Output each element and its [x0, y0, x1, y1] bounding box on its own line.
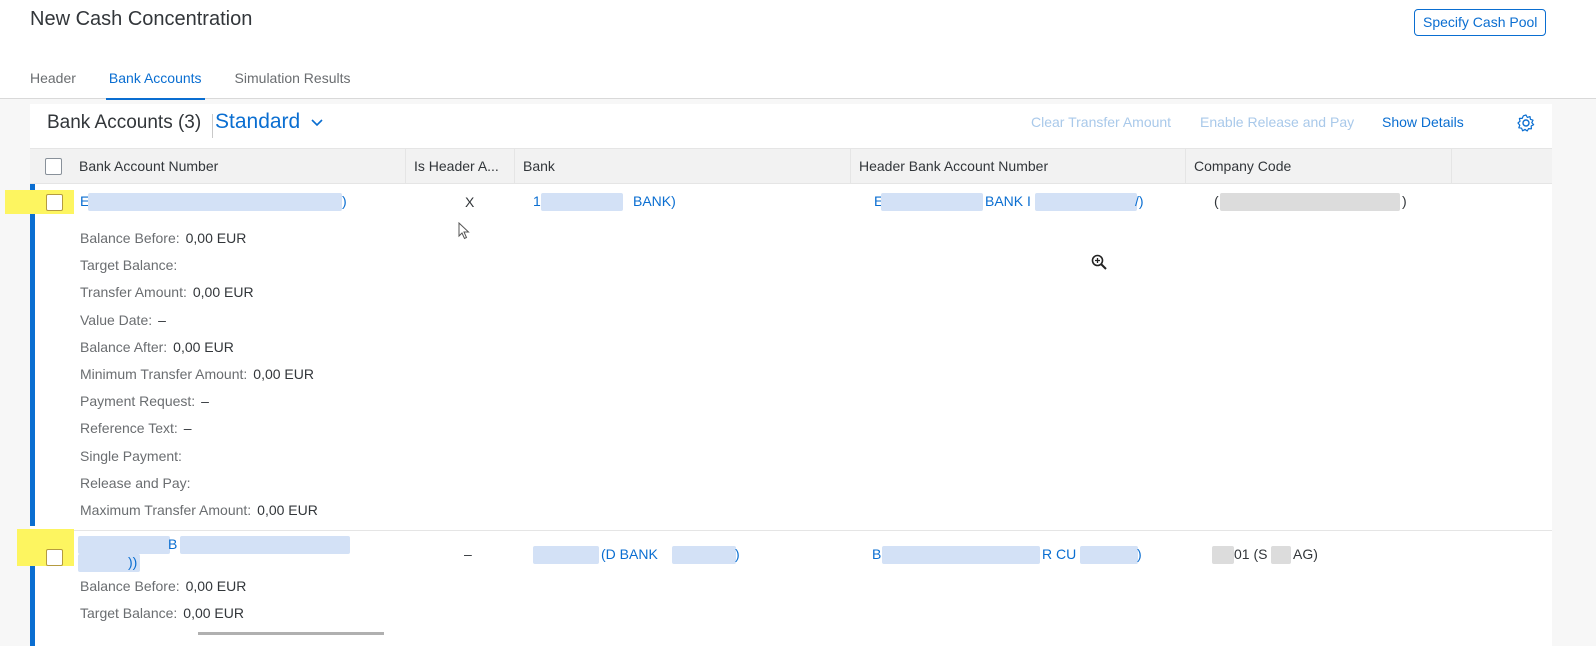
detail-line: Transfer Amount: 0,00 EUR — [80, 284, 254, 300]
detail-label: Transfer Amount: — [80, 284, 187, 301]
highlight-marker — [5, 190, 74, 214]
detail-value: – — [158, 311, 166, 328]
detail-line: Target Balance: — [80, 257, 183, 273]
detail-value: – — [183, 420, 192, 437]
redacted-value — [541, 193, 623, 211]
redacted-value — [882, 546, 1040, 564]
detail-line: Payment Request: – — [80, 393, 209, 409]
toolbar-separator — [212, 114, 213, 138]
detail-label: Release and Pay: — [80, 474, 191, 491]
column-header-header-bank-account-number[interactable]: Header Bank Account Number — [851, 149, 1186, 184]
detail-label: Reference Text: — [80, 420, 178, 437]
header-account-link-mid[interactable]: R CU — [1042, 546, 1076, 562]
tab-simulation-results[interactable]: Simulation Results — [235, 70, 351, 99]
table-title: Bank Accounts (3) — [47, 112, 202, 133]
redacted-value — [1220, 193, 1400, 211]
redacted-value — [1271, 546, 1291, 564]
detail-label: Balance After: — [80, 338, 168, 355]
redacted-value — [672, 546, 736, 564]
page-title: New Cash Concentration — [30, 8, 253, 30]
horizontal-scrollbar[interactable] — [198, 632, 384, 635]
bank-account-link-end[interactable]: ) — [342, 193, 347, 209]
bank-account-link-mid[interactable]: B — [168, 536, 177, 552]
mouse-pointer-icon — [458, 222, 470, 240]
detail-value: 0,00 EUR — [173, 338, 234, 355]
detail-label: Balance Before: — [80, 230, 180, 246]
row-checkbox[interactable] — [46, 549, 63, 566]
is-header-value: X — [465, 194, 475, 210]
company-code-end: AG) — [1293, 546, 1318, 562]
row-divider — [30, 530, 1552, 531]
detail-value: 0,00 EUR — [253, 366, 314, 382]
bank-account-link-line2[interactable]: )) — [128, 554, 137, 570]
redacted-value — [533, 546, 599, 564]
variant-selector[interactable]: Standard — [215, 110, 300, 134]
table-header: Bank Account Number Is Header A... Bank … — [30, 148, 1552, 184]
detail-line: Balance After: 0,00 EUR — [80, 339, 234, 355]
tab-bar: Header Bank Accounts Simulation Results — [30, 70, 383, 100]
detail-label: Minimum Transfer Amount: — [80, 366, 248, 382]
gear-icon[interactable] — [1516, 113, 1536, 133]
is-header-value: – — [464, 546, 472, 562]
detail-line: Balance Before: 0,00 EUR — [80, 230, 246, 246]
detail-label: Value Date: — [80, 311, 153, 328]
detail-line: Reference Text: – — [80, 420, 192, 436]
redacted-value — [1035, 193, 1137, 211]
detail-label: Target Balance: — [80, 605, 178, 621]
header-account-link-end[interactable]: ) — [1137, 546, 1142, 562]
enable-release-and-pay-button[interactable]: Enable Release and Pay — [1200, 114, 1354, 130]
detail-value: – — [201, 393, 209, 410]
show-details-button[interactable]: Show Details — [1382, 114, 1464, 130]
header-account-link-mid[interactable]: BANK I — [985, 193, 1031, 209]
detail-line: Single Payment: — [80, 448, 188, 464]
detail-line: Release and Pay: — [80, 475, 197, 491]
detail-line: Target Balance: 0,00 EUR — [80, 605, 244, 621]
detail-line: Balance Before: 0,00 EUR — [80, 578, 246, 594]
column-header-bank[interactable]: Bank — [515, 149, 851, 184]
detail-value: 0,00 EUR — [257, 502, 318, 518]
detail-label: Balance Before: — [80, 578, 180, 594]
bank-link-end[interactable]: ) — [735, 546, 740, 562]
detail-label: Single Payment: — [80, 447, 182, 464]
clear-transfer-amount-button[interactable]: Clear Transfer Amount — [1031, 114, 1171, 130]
tab-bank-accounts[interactable]: Bank Accounts — [105, 70, 205, 100]
row-checkbox[interactable] — [46, 194, 63, 211]
bank-link-mid[interactable]: (D BANK — [601, 546, 658, 562]
select-all-checkbox[interactable] — [45, 158, 62, 175]
specify-cash-pool-button[interactable]: Specify Cash Pool — [1414, 9, 1547, 36]
detail-value: 0,00 EUR — [192, 284, 254, 301]
row-selection-bar — [30, 184, 35, 526]
header-account-link-end[interactable]: /) — [1135, 193, 1144, 209]
redacted-value — [1212, 546, 1234, 564]
table-toolbar: Bank Accounts (3) Standard Clear Transfe… — [30, 104, 1552, 148]
redacted-value — [78, 536, 170, 554]
redacted-value — [881, 193, 983, 211]
column-header-company-code[interactable]: Company Code — [1186, 149, 1452, 184]
bank-link-end[interactable]: BANK) — [633, 193, 676, 209]
detail-line: Value Date: – — [80, 312, 166, 328]
company-code-mid: 01 (S — [1234, 546, 1268, 562]
detail-value: 0,00 EUR — [185, 578, 247, 594]
detail-line: Maximum Transfer Amount: 0,00 EUR — [80, 502, 318, 518]
column-header-bank-account-number[interactable]: Bank Account Number — [70, 149, 406, 184]
detail-label: Payment Request: — [80, 393, 196, 410]
redacted-value — [88, 193, 342, 211]
detail-value: 0,00 EUR — [185, 230, 247, 246]
detail-label: Maximum Transfer Amount: — [80, 502, 252, 518]
tab-header[interactable]: Header — [30, 70, 76, 99]
detail-value: 0,00 EUR — [183, 605, 244, 621]
company-code-end: ) — [1402, 193, 1407, 209]
redacted-value — [1080, 546, 1138, 564]
detail-line: Minimum Transfer Amount: 0,00 EUR — [80, 366, 314, 382]
object-page-header: New Cash Concentration Specify Cash Pool… — [0, 0, 1596, 100]
header-account-link[interactable]: B — [872, 546, 881, 562]
column-header-is-header-account[interactable]: Is Header A... — [406, 149, 515, 184]
company-code-start: ( — [1214, 193, 1219, 209]
chevron-down-icon[interactable] — [310, 116, 324, 130]
redacted-value — [180, 536, 350, 554]
zoom-in-icon — [1091, 254, 1107, 270]
bank-link[interactable]: 1 — [533, 193, 541, 209]
detail-label: Target Balance: — [80, 257, 178, 274]
